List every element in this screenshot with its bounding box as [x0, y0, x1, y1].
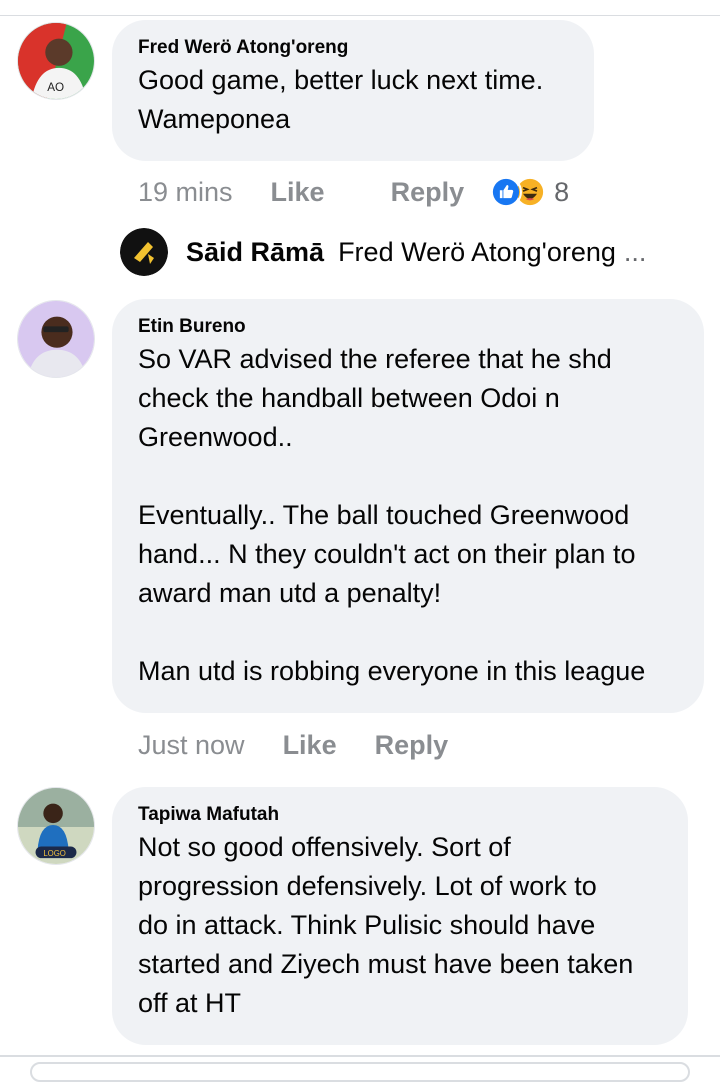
comment-author[interactable]: Etin Bureno	[138, 315, 678, 339]
like-button[interactable]: Like	[271, 177, 325, 208]
avatar[interactable]: LOGO	[17, 787, 95, 865]
reply-button[interactable]: Reply	[375, 730, 449, 761]
comment-text: Not so good offensively. Sort of progres…	[138, 832, 634, 1018]
bottom-divider	[0, 1055, 720, 1057]
avatar[interactable]	[17, 300, 95, 378]
reply-ellipsis: ...	[623, 236, 647, 267]
svg-text:AO: AO	[47, 81, 64, 94]
like-button[interactable]: Like	[283, 730, 337, 761]
comment-bubble: Tapiwa Mafutah Not so good offensively. …	[112, 787, 688, 1045]
reply-snippet: Fred Werö Atong'oreng	[338, 236, 616, 267]
comment-text: Good game, better luck next time. Wamepo…	[138, 65, 544, 134]
like-reaction-icon	[490, 176, 523, 208]
comment-bubble: Etin Bureno So VAR advised the referee t…	[112, 299, 704, 713]
comment-timestamp[interactable]: 19 mins	[138, 177, 233, 208]
reaction-summary[interactable]: 8	[490, 176, 569, 208]
avatar-photo-icon	[18, 301, 94, 377]
svg-text:LOGO: LOGO	[43, 849, 66, 858]
comment-author[interactable]: Tapiwa Mafutah	[138, 803, 662, 827]
avatar-photo-icon: AO	[18, 23, 94, 99]
comment-timestamp[interactable]: Just now	[138, 730, 245, 761]
comment-text: So VAR advised the referee that he shd c…	[138, 344, 646, 686]
reply-button[interactable]: Reply	[391, 177, 465, 208]
reply-avatar	[120, 228, 168, 276]
avatar-photo-icon: LOGO	[18, 788, 94, 864]
top-divider	[0, 15, 720, 16]
comment-bubble: Fred Werö Atong'oreng Good game, better …	[112, 20, 594, 161]
comment-author[interactable]: Fred Werö Atong'oreng	[138, 36, 568, 60]
avatar-logo-icon	[120, 228, 168, 276]
comment-meta: Just now Like Reply	[138, 727, 448, 763]
reply-preview[interactable]: Sāid Rāmā Fred Werö Atong'oreng ...	[120, 228, 646, 276]
reply-author[interactable]: Sāid Rāmā	[186, 237, 324, 268]
comment-input-box[interactable]	[30, 1062, 690, 1082]
reaction-count: 8	[554, 176, 570, 207]
comment-meta: 19 mins Like Reply 8	[138, 174, 569, 210]
avatar[interactable]: AO	[17, 22, 95, 100]
